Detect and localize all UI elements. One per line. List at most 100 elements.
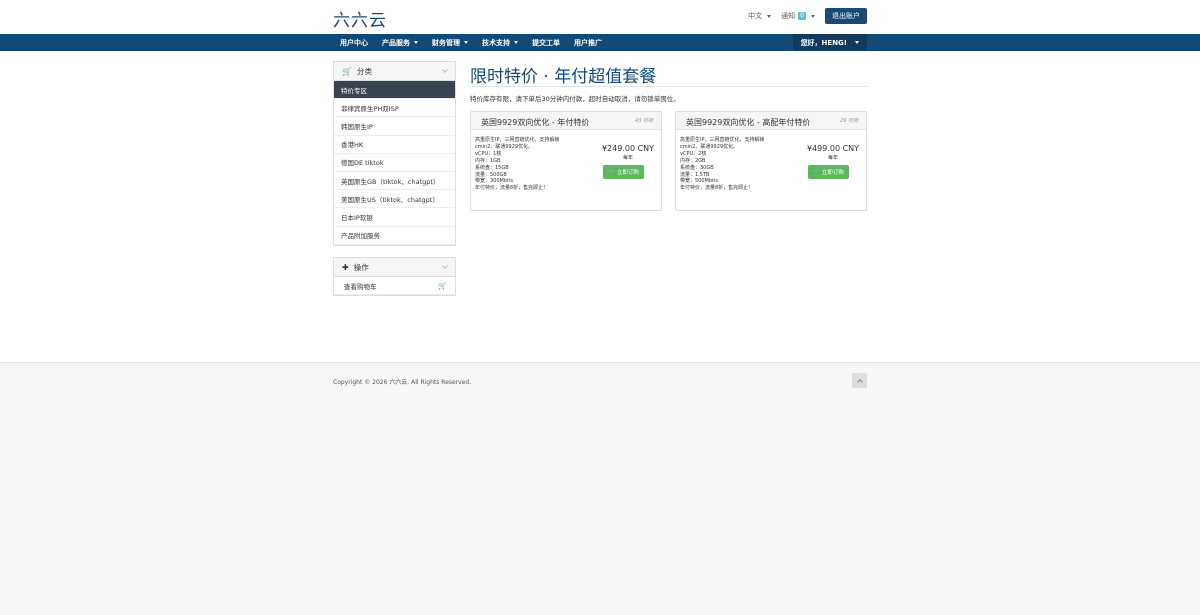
- page-title: 限时特价 · 年付超值套餐: [470, 67, 657, 87]
- product-description: 高重原生IP，三网直链优化，支持解锁 cmin2、联通9929优化。 vCPU：…: [475, 137, 595, 192]
- chevron-down-icon: [514, 41, 518, 44]
- sidebar-item-jp[interactable]: 日本IP软银: [334, 208, 455, 227]
- header-actions: 中文 通知 0 退出账户: [748, 8, 867, 24]
- plus-icon: ✚: [342, 262, 349, 272]
- site-logo[interactable]: 六六云: [333, 6, 387, 31]
- sidebar-item-kr[interactable]: 韩国原生IP: [334, 117, 455, 136]
- product-header: 英国9929双向优化 - 高配年付特价 29 可用: [676, 112, 866, 130]
- sidebar-item-label: 香港HK: [341, 141, 364, 150]
- chevron-down-icon: [855, 41, 859, 44]
- product-name: 英国9929双向优化 - 高配年付特价: [686, 118, 811, 127]
- view-cart-link[interactable]: 查看购物车 🛒: [334, 277, 455, 296]
- sidebar-item-label: 美国原生US（tiktok、chatgpt）: [341, 195, 439, 204]
- cart-icon: 🛒: [608, 169, 615, 175]
- copyright-text: Copyright © 2026 六六云. All Rights Reserve…: [333, 379, 472, 386]
- notifications-label: 通知: [781, 12, 796, 20]
- cart-icon: 🛒: [342, 66, 352, 76]
- desc-line: 内存：1GB: [475, 157, 501, 164]
- product-header: 英国9929双向优化 - 年付特价 43 可用: [471, 112, 661, 130]
- chevron-down-icon: [811, 14, 815, 18]
- main-navbar: 用户中心 产品服务 财务管理 技术支持 提交工单 用户推广 您好，HENG!: [0, 34, 1200, 51]
- nav-label: 财务管理: [432, 38, 460, 47]
- stock-count: 29 可用: [840, 118, 858, 124]
- nav-item-products[interactable]: 产品服务: [375, 34, 425, 51]
- categories-title: 分类: [356, 66, 372, 76]
- actions-panel-header[interactable]: ✚ 操作: [334, 258, 455, 277]
- top-header: 六六云 中文 通知 0 退出账户: [0, 0, 1200, 34]
- order-label: 立即订购: [821, 170, 844, 176]
- sidebar-item-gb[interactable]: 英国原生GB（tiktok、chatgpt）: [334, 172, 455, 191]
- desc-line: 系统盘：30GB: [680, 164, 714, 171]
- back-to-top-button[interactable]: [852, 373, 867, 388]
- sidebar-item-de[interactable]: 德国DE tiktok: [334, 154, 455, 172]
- desc-line: 高重原生IP，三网直链优化，支持解锁: [475, 137, 560, 143]
- billing-cycle: 每年: [827, 155, 838, 161]
- actions-panel: ✚ 操作 查看购物车 🛒: [333, 257, 456, 297]
- sidebar-item-label: 德国DE tiktok: [341, 159, 384, 168]
- sidebar-item-addons[interactable]: 产品附加服务: [334, 227, 455, 245]
- nav-item-user-center[interactable]: 用户中心: [333, 34, 375, 51]
- sidebar-item-label: 日本IP软银: [341, 213, 373, 222]
- cart-icon: 🛒: [438, 281, 447, 290]
- actions-title: 操作: [353, 262, 369, 272]
- language-selector[interactable]: 中文: [748, 11, 772, 21]
- sidebar-item-hk[interactable]: 香港HK: [334, 136, 455, 154]
- chevron-up-icon: [856, 378, 863, 385]
- order-now-button[interactable]: 🛒 立即订购: [603, 165, 644, 179]
- nav-item-affiliate[interactable]: 用户推广: [567, 34, 609, 51]
- nav-item-submit-ticket[interactable]: 提交工单: [525, 34, 567, 51]
- product-price: ¥499.00 CNY: [806, 144, 860, 153]
- chevron-down-icon: [442, 67, 448, 73]
- desc-line: cmin2、联通9929优化。: [680, 143, 739, 150]
- desc-line: 高重原生IP，三网直链优化，支持解锁: [680, 137, 765, 143]
- order-now-button[interactable]: 🛒 立即订购: [808, 165, 849, 179]
- user-menu[interactable]: 您好，HENG!: [792, 34, 867, 51]
- product-card: 英国9929双向优化 - 年付特价 43 可用 高重原生IP，三网直链优化，支持…: [470, 111, 662, 211]
- sidebar-item-label: 英国原生GB（tiktok、chatgpt）: [341, 177, 440, 186]
- user-greeting: 您好，HENG!: [800, 38, 847, 47]
- nav-item-support[interactable]: 技术支持: [475, 34, 525, 51]
- chevron-down-icon: [442, 263, 448, 269]
- page-footer: Copyright © 2026 六六云. All Rights Reserve…: [0, 362, 1200, 615]
- desc-line: cmin2、联通9929优化。: [475, 143, 534, 150]
- sidebar-item-special[interactable]: 特价专区: [334, 81, 455, 100]
- nav-label: 用户推广: [574, 38, 602, 47]
- nav-label: 技术支持: [482, 38, 510, 47]
- title-divider: [470, 86, 867, 87]
- desc-line: 系统盘：15GB: [475, 164, 509, 171]
- chevron-down-icon: [414, 41, 418, 44]
- sidebar-item-label: 特价专区: [341, 86, 367, 95]
- chevron-down-icon: [767, 14, 772, 18]
- nav-label: 用户中心: [340, 38, 368, 47]
- product-price: ¥249.00 CNY: [601, 144, 655, 153]
- categories-panel: 🛒 分类 特价专区 菲律宾原生PH双ISP 韩国原生IP 香港HK 德国DE t…: [333, 61, 456, 246]
- nav-label: 提交工单: [532, 38, 560, 47]
- product-name: 英国9929双向优化 - 年付特价: [481, 118, 590, 127]
- order-label: 立即订购: [616, 170, 639, 176]
- chevron-down-icon: [464, 41, 468, 44]
- notifications-menu[interactable]: 通知 0: [781, 11, 815, 21]
- sidebar-item-label: 产品附加服务: [341, 232, 380, 241]
- cart-icon: 🛒: [813, 169, 820, 175]
- desc-line: 年付特价，流量8折，售完即止！: [680, 185, 754, 192]
- product-description: 高重原生IP，三网直链优化，支持解锁 cmin2、联通9929优化。 vCPU：…: [680, 137, 800, 192]
- logout-button[interactable]: 退出账户: [825, 8, 867, 24]
- sidebar-item-label: 韩国原生IP: [341, 122, 373, 131]
- desc-line: 年付特价，流量8折，售完即止！: [475, 185, 549, 192]
- nav-container: 用户中心 产品服务 财务管理 技术支持 提交工单 用户推广 您好，HENG!: [333, 34, 867, 51]
- sidebar-item-us[interactable]: 美国原生US（tiktok、chatgpt）: [334, 190, 455, 209]
- sidebar-item-label: 菲律宾原生PH双ISP: [341, 104, 399, 113]
- sidebar-item-ph[interactable]: 菲律宾原生PH双ISP: [334, 99, 455, 118]
- notifications-badge: 0: [798, 12, 806, 20]
- nav-item-billing[interactable]: 财务管理: [425, 34, 475, 51]
- product-card: 英国9929双向优化 - 高配年付特价 29 可用 高重原生IP，三网直链优化，…: [675, 111, 867, 211]
- desc-line: vCPU：1核: [475, 150, 502, 157]
- nav-label: 产品服务: [382, 38, 410, 47]
- stock-notice: 特价库存有限，请下单后30分钟内付款，超时自动取消，请勿锁单囤位。: [470, 95, 680, 103]
- stock-count: 43 可用: [635, 118, 653, 124]
- desc-line: 内存：2GB: [680, 157, 706, 164]
- billing-cycle: 每年: [622, 155, 633, 161]
- categories-panel-header[interactable]: 🛒 分类: [334, 62, 455, 81]
- language-label: 中文: [748, 12, 763, 20]
- view-cart-label: 查看购物车: [344, 282, 377, 291]
